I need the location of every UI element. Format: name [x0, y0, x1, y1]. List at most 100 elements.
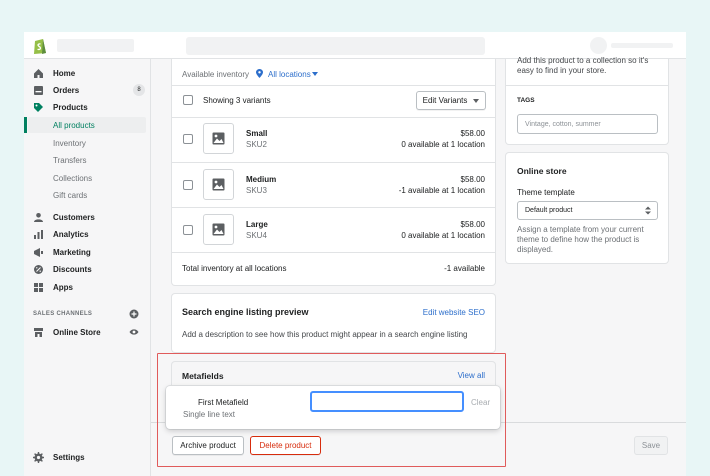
sidebar-item-all-products[interactable]: All products — [24, 117, 146, 133]
theme-help-text: displayed. — [517, 245, 554, 254]
shopify-logo-icon[interactable] — [32, 37, 48, 55]
sidebar-item-apps[interactable]: Apps — [24, 279, 150, 295]
caret-down-icon — [473, 98, 480, 103]
sidebar-item-marketing[interactable]: Marketing — [24, 244, 150, 260]
theme-template-select[interactable]: Default product — [517, 201, 658, 220]
available-inventory-label: Available inventory — [182, 70, 250, 79]
online-store-title: Online store — [517, 166, 567, 176]
variant-checkbox[interactable] — [183, 134, 193, 144]
variant-name: Small — [246, 129, 268, 138]
avatar[interactable] — [590, 37, 607, 54]
variant-availability: 0 available at 1 location — [401, 231, 485, 240]
store-name-placeholder[interactable] — [57, 39, 134, 52]
variant-name: Large — [246, 220, 268, 229]
sidebar-item-online-store[interactable]: Online Store — [24, 324, 150, 340]
add-circle-icon[interactable] — [129, 309, 139, 319]
variant-image-placeholder[interactable] — [203, 214, 234, 245]
customers-icon — [34, 212, 43, 222]
view-all-link[interactable]: View all — [458, 371, 485, 380]
divider — [172, 85, 495, 86]
chevron-down-icon[interactable] — [312, 72, 318, 76]
sidebar-item-inventory[interactable]: Inventory — [24, 135, 150, 151]
sidebar-item-label: Marketing — [53, 247, 91, 257]
variant-image-placeholder[interactable] — [203, 123, 234, 154]
sidebar-item-gift-cards[interactable]: Gift cards — [24, 187, 150, 203]
collection-hint-continued: easy to find in your store. — [517, 66, 607, 75]
metafield-name: First Metafield — [198, 398, 249, 407]
image-icon — [212, 178, 225, 191]
all-locations-link[interactable]: All locations — [268, 70, 311, 79]
tag-icon — [34, 102, 43, 112]
sidebar-item-discounts[interactable]: Discounts — [24, 261, 150, 277]
sidebar-item-home[interactable]: Home — [24, 65, 150, 81]
tags-input[interactable]: Vintage, cotton, summer — [517, 114, 658, 134]
save-button[interactable]: Save — [634, 436, 668, 455]
variant-checkbox[interactable] — [183, 225, 193, 235]
metafields-title: Metafields — [182, 371, 224, 381]
orders-count-badge: 8 — [133, 84, 145, 96]
sidebar-item-label: Apps — [53, 282, 73, 292]
sidebar-item-transfers[interactable]: Transfers — [24, 152, 150, 168]
sidebar-item-label: All products — [53, 120, 95, 130]
divider — [172, 252, 495, 253]
discount-icon — [34, 264, 43, 274]
sidebar-item-label: Home — [53, 68, 76, 78]
sidebar-item-customers[interactable]: Customers — [24, 209, 150, 225]
sidebar-item-products[interactable]: Products — [24, 99, 150, 115]
variant-name: Medium — [246, 175, 277, 184]
sidebar-item-settings[interactable]: Settings — [24, 449, 150, 465]
theme-help-text: Assign a template from your current — [517, 225, 644, 234]
total-inventory-value: -1 available — [444, 264, 485, 273]
metafield-type: Single line text — [183, 410, 236, 419]
variant-row[interactable]: Small SKU2 $58.00 0 available at 1 locat… — [172, 117, 495, 162]
account-name-placeholder[interactable] — [611, 43, 673, 48]
eye-icon[interactable] — [129, 328, 139, 336]
sidebar-item-label: Orders — [53, 85, 80, 95]
sidebar-item-label: Gift cards — [53, 190, 88, 200]
sidebar-item-label: Settings — [53, 452, 85, 462]
theme-template-label: Theme template — [517, 188, 575, 197]
archive-product-button[interactable]: Archive product — [172, 436, 244, 455]
delete-product-button[interactable]: Delete product — [250, 436, 321, 455]
sidebar-item-analytics[interactable]: Analytics — [24, 226, 150, 242]
variant-price: $58.00 — [460, 220, 485, 229]
edit-variants-label: Edit Variants — [422, 96, 468, 105]
metafield-value-input[interactable] — [310, 391, 464, 412]
variant-checkbox[interactable] — [183, 180, 193, 190]
archive-product-label: Archive product — [180, 441, 236, 450]
variant-row[interactable]: Large SKU4 $58.00 0 available at 1 locat… — [172, 207, 495, 252]
seo-card-title: Search engine listing preview — [182, 307, 309, 317]
sidebar-item-collections[interactable]: Collections — [24, 170, 150, 186]
sales-channels-heading: SALES CHANNELS — [33, 311, 93, 317]
select-all-checkbox[interactable] — [183, 95, 193, 105]
seo-card: Search engine listing preview Edit websi… — [172, 294, 495, 352]
sidebar-item-label: Customers — [53, 212, 95, 222]
sidebar-item-label: Discounts — [53, 264, 92, 274]
image-icon — [212, 132, 225, 145]
variant-sku: SKU3 — [246, 186, 267, 195]
metafield-editor: First Metafield Single line text Clear — [166, 386, 500, 429]
online-store-card: Online store Theme template Default prod… — [506, 153, 668, 263]
variants-card: Available inventory All locations Showin… — [172, 59, 495, 285]
orders-icon — [34, 85, 43, 95]
variant-row[interactable]: Medium SKU3 $58.00 -1 available at 1 loc… — [172, 162, 495, 207]
tags-placeholder: Vintage, cotton, summer — [525, 120, 601, 128]
delete-product-label: Delete product — [259, 441, 312, 450]
edit-seo-link[interactable]: Edit website SEO — [423, 308, 485, 317]
edit-variants-button[interactable]: Edit Variants — [416, 91, 486, 110]
store-icon — [34, 327, 43, 337]
variant-image-placeholder[interactable] — [203, 169, 234, 200]
apps-icon — [34, 282, 43, 292]
sidebar-item-orders[interactable]: Orders 8 — [24, 82, 150, 98]
save-label: Save — [641, 441, 661, 450]
sidebar-item-label: Transfers — [53, 155, 87, 165]
theme-help-text: theme to define how the product is — [517, 235, 640, 244]
variant-price: $58.00 — [460, 129, 485, 138]
analytics-icon — [34, 229, 43, 239]
clear-button[interactable]: Clear — [471, 398, 490, 407]
home-icon — [34, 68, 43, 78]
location-pin-icon — [256, 69, 263, 78]
variant-availability: 0 available at 1 location — [401, 140, 485, 149]
search-input[interactable] — [186, 37, 485, 55]
image-icon — [212, 223, 225, 236]
